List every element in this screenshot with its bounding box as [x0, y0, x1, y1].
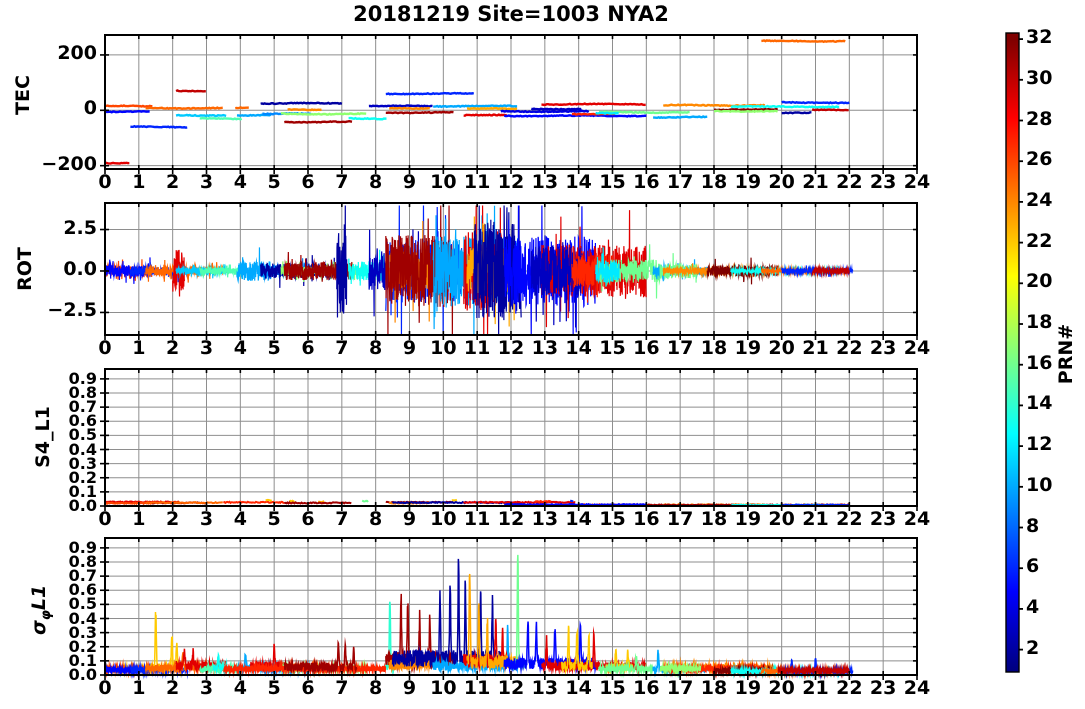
tick-label: 20 — [1026, 270, 1053, 293]
tick-label: 0.9 — [68, 368, 97, 388]
prn-colorbar — [1000, 27, 1025, 678]
sigma-phi-plot-canvas — [97, 530, 925, 683]
tick-label: 10 — [1026, 473, 1053, 496]
tick-label: 2.5 — [63, 216, 97, 239]
tick-label: 4 — [1026, 595, 1040, 618]
tick-label: 8 — [1026, 514, 1040, 537]
tick-label: 22 — [1026, 229, 1053, 252]
tick-label: 6 — [1026, 555, 1040, 578]
tec-axis-label: TEC — [12, 75, 34, 115]
tick-label: 24 — [903, 171, 931, 193]
tick-label: 14 — [1026, 392, 1053, 415]
tick-label: 24 — [903, 337, 931, 359]
tick-label: 24 — [903, 508, 931, 530]
tick-label: 32 — [1026, 26, 1053, 49]
tick-label: 0 — [83, 97, 97, 120]
s4-plot-canvas — [97, 361, 925, 514]
figure: 20181219 Site=1003 NYA2 TEC ROT S4_L1 σφ… — [0, 0, 1085, 709]
tick-label: 30 — [1026, 66, 1053, 89]
tick-label: −200 — [41, 152, 97, 175]
tick-label: 24 — [903, 677, 931, 699]
tick-label: 24 — [1026, 188, 1053, 211]
tick-label: 28 — [1026, 107, 1053, 130]
tick-label: 0.9 — [68, 537, 97, 557]
rot-plot-canvas — [97, 195, 925, 343]
tec-plot-canvas — [97, 27, 925, 177]
tick-label: 26 — [1026, 148, 1053, 171]
tick-label: 12 — [1026, 433, 1053, 456]
tick-label: 16 — [1026, 351, 1053, 374]
tick-label: −2.5 — [47, 299, 97, 322]
tick-label: 200 — [57, 41, 97, 64]
tick-label: 0.0 — [63, 257, 97, 280]
tick-label: 2 — [1026, 636, 1040, 659]
figure-title: 20181219 Site=1003 NYA2 — [353, 2, 669, 26]
tick-label: 18 — [1026, 311, 1053, 333]
